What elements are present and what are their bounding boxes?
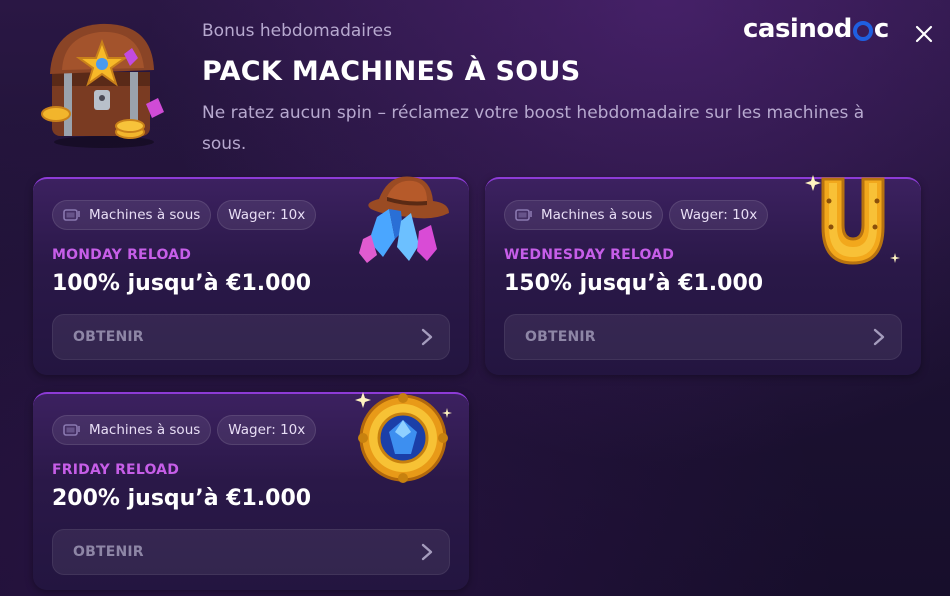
claim-button-label: OBTENIR <box>525 329 596 345</box>
slot-machine-icon <box>63 209 80 221</box>
chevron-right-icon <box>421 543 433 561</box>
tag-category: Machines à sous <box>52 200 212 230</box>
card-tags: Machines à sous Wager: 10x <box>52 200 317 230</box>
tag-wager: Wager: 10x <box>669 200 769 230</box>
logo-text-right: c <box>873 14 889 44</box>
claim-button[interactable]: OBTENIR <box>52 314 450 360</box>
claim-button[interactable]: OBTENIR <box>52 529 450 575</box>
weekly-bonus-modal: Bonus hebdomadaires PACK MACHINES À SOUS… <box>0 0 950 596</box>
header-description: Ne ratez aucun spin – réclamez votre boo… <box>202 103 865 154</box>
tag-wager-label: Wager: 10x <box>228 207 306 223</box>
casinodoc-logo: casinod c <box>743 14 889 44</box>
bonus-card-friday: Machines à sous Wager: 10x FRIDAY RELOAD… <box>33 392 469 590</box>
tag-category: Machines à sous <box>504 200 664 230</box>
chevron-right-icon <box>421 328 433 346</box>
card-label: FRIDAY RELOAD <box>52 462 180 478</box>
chevron-right-icon <box>873 328 885 346</box>
claim-button-label: OBTENIR <box>73 329 144 345</box>
card-offer: 100% jusqu’à €1.000 <box>52 271 312 296</box>
sapphire-medallion-icon <box>355 392 452 483</box>
tag-category-label: Machines à sous <box>89 207 201 223</box>
logo-text-left: casinod <box>743 14 852 44</box>
logo-ring-icon <box>852 21 873 41</box>
bonus-card-monday: Machines à sous Wager: 10x MONDAY RELOAD… <box>33 176 469 375</box>
tag-wager: Wager: 10x <box>217 415 317 445</box>
cowboy-hat-crystals-icon <box>359 176 449 263</box>
tag-wager-label: Wager: 10x <box>680 207 758 223</box>
card-tags: Machines à sous Wager: 10x <box>52 415 317 445</box>
slot-machine-icon <box>63 424 80 436</box>
card-offer: 150% jusqu’à €1.000 <box>504 271 764 296</box>
tag-category-label: Machines à sous <box>541 207 653 223</box>
tag-category-label: Machines à sous <box>89 422 201 438</box>
card-tags: Machines à sous Wager: 10x <box>504 200 769 230</box>
slot-machine-icon <box>515 209 532 221</box>
card-label: WEDNESDAY RELOAD <box>504 247 675 263</box>
page-title: PACK MACHINES À SOUS <box>202 56 581 87</box>
claim-button[interactable]: OBTENIR <box>504 314 902 360</box>
card-label: MONDAY RELOAD <box>52 247 192 263</box>
header-subtitle: Bonus hebdomadaires <box>202 21 392 41</box>
bonus-card-wednesday: Machines à sous Wager: 10x WEDNESDAY REL… <box>485 175 921 375</box>
close-icon[interactable] <box>912 22 936 46</box>
card-offer: 200% jusqu’à €1.000 <box>52 486 312 511</box>
horseshoe-icon <box>805 175 900 265</box>
tag-wager-label: Wager: 10x <box>228 422 306 438</box>
claim-button-label: OBTENIR <box>73 544 144 560</box>
tag-wager: Wager: 10x <box>217 200 317 230</box>
tag-category: Machines à sous <box>52 415 212 445</box>
treasure-chest-icon <box>41 23 164 148</box>
